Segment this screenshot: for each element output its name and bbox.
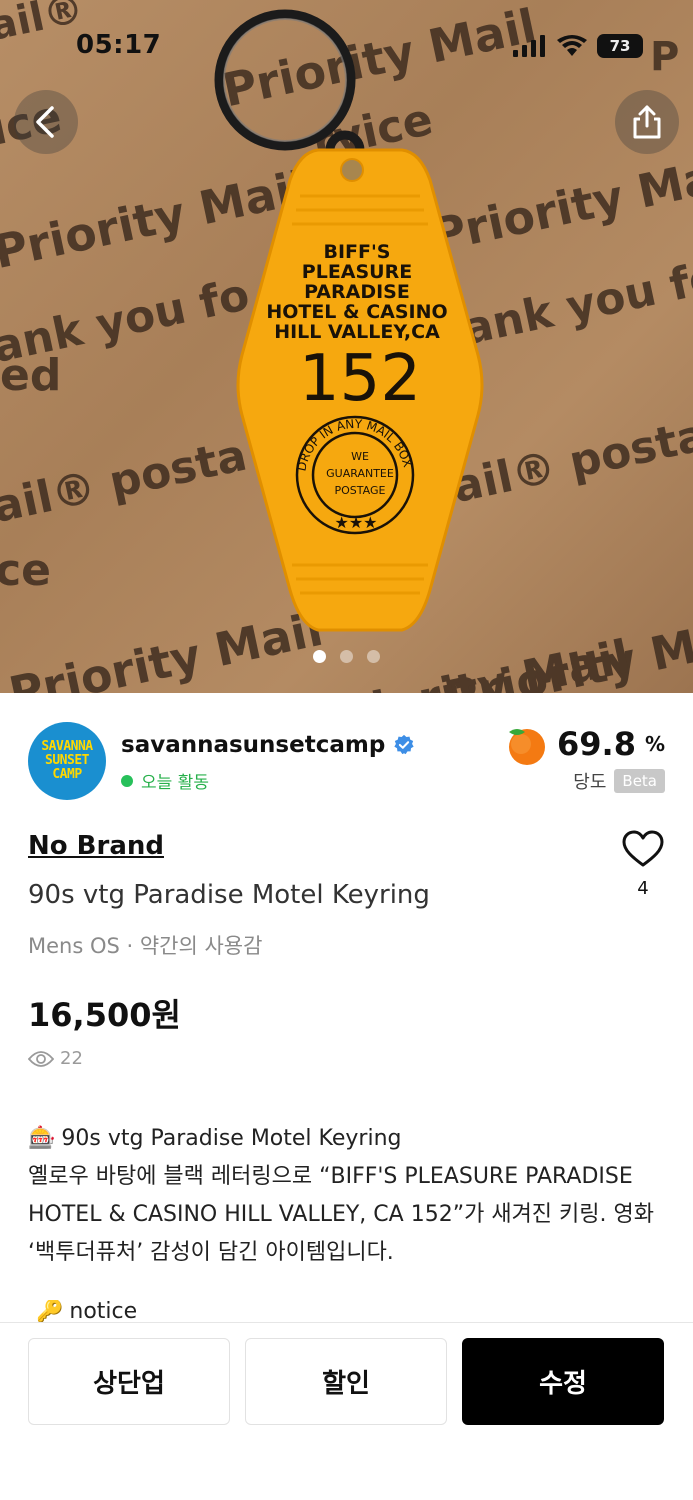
keytag-line2: PLEASURE [302, 261, 412, 283]
product-meta: Mens OS · 약간의 사용감 [28, 934, 263, 958]
keytag-line3: PARADISE [304, 281, 410, 303]
bg-word: ail® posta [0, 430, 251, 533]
keytag-line4: HOTEL & CASINO [266, 301, 447, 323]
verified-badge-icon [394, 734, 414, 755]
sweetness-rating[interactable]: 69.8% 당도 Beta [503, 722, 665, 794]
online-dot-icon [121, 774, 133, 787]
heart-icon [622, 830, 664, 867]
view-count-value: 22 [60, 1048, 83, 1069]
wifi-icon [557, 35, 587, 56]
back-button[interactable] [14, 90, 78, 154]
keytag-line5: HILL VALLEY,CA [274, 321, 440, 343]
like-count: 4 [637, 878, 649, 899]
brand-link[interactable]: No Brand [28, 831, 164, 861]
bg-word: ank you fo [458, 251, 693, 355]
beta-badge: Beta [614, 769, 665, 793]
product-image-carousel[interactable]: Priority Mail Priority Mail Priority Ma i… [0, 0, 693, 693]
keytag-line1: BIFF'S [323, 241, 390, 263]
product-title: 90s vtg Paradise Motel Keyring [28, 880, 430, 910]
carousel-dot[interactable] [340, 650, 353, 663]
carousel-indicator [0, 650, 693, 663]
seal-stars: ★★★ [334, 513, 377, 532]
seal-line1: WE [351, 450, 369, 463]
discount-button[interactable]: 할인 [245, 1338, 447, 1425]
bg-word: ed [0, 350, 61, 401]
description-heading: 90s vtg Paradise Motel Keyring [61, 1126, 402, 1151]
like-button[interactable]: 4 [621, 830, 665, 899]
sweetness-unit: % [644, 732, 665, 756]
battery-indicator: 73 [597, 34, 643, 58]
product-description: 🎰 90s vtg Paradise Motel Keyring 옐로우 바탕에… [28, 1120, 668, 1272]
cellular-signal-icon [513, 35, 545, 57]
view-count: 22 [28, 1048, 83, 1069]
carousel-dot[interactable] [313, 650, 326, 663]
activity-status: 오늘 활동 [121, 768, 209, 793]
seller-name[interactable]: savannasunsetcamp [121, 732, 385, 758]
slot-machine-icon: 🎰 [28, 1126, 56, 1151]
seller-row[interactable]: SAVANNA SUNSET CAMP savannasunsetcamp 오늘… [0, 718, 693, 808]
seal-line3: POSTAGE [335, 484, 386, 497]
description-body: 옐로우 바탕에 블랙 레터링으로 “BIFF'S PLEASURE PARADI… [28, 1164, 654, 1265]
edit-button[interactable]: 수정 [462, 1338, 664, 1425]
peach-icon [509, 729, 545, 765]
bg-word: Priority Ma [427, 150, 693, 262]
notice-label: notice [69, 1300, 138, 1322]
bg-word: ice [0, 545, 51, 596]
seller-avatar[interactable]: SAVANNA SUNSET CAMP [28, 722, 106, 800]
carousel-dot[interactable] [367, 650, 380, 663]
bg-word: Priority Mail [0, 160, 312, 279]
keytag-number: 152 [299, 342, 421, 416]
product-price: 16,500원 [28, 996, 181, 1034]
status-icons: 73 [513, 34, 643, 58]
notice-heading: 🔑 notice [36, 1300, 137, 1322]
share-button[interactable] [615, 90, 679, 154]
sweetness-value: 69.8 [557, 725, 636, 763]
key-icon: 🔑 [36, 1300, 64, 1322]
avatar-text: SUNSET [45, 753, 89, 768]
status-time: 05:17 [76, 30, 162, 60]
eye-icon [28, 1050, 54, 1067]
bump-button[interactable]: 상단업 [28, 1338, 230, 1425]
bg-word: Priority Mail [4, 602, 327, 693]
chevron-left-icon [36, 106, 54, 138]
seal-line2: GUARANTEE [326, 467, 394, 480]
activity-label: 오늘 활동 [141, 773, 209, 793]
share-icon [633, 105, 661, 139]
status-bar: 05:17 73 [0, 0, 693, 90]
product-photo: Priority Mail Priority Mail Priority Ma i… [0, 0, 693, 693]
avatar-text: CAMP [52, 767, 82, 782]
bottom-action-bar: 상단업 할인 수정 [0, 1322, 693, 1500]
bg-word: ail® postag [448, 403, 693, 513]
sweetness-label: 당도 [573, 772, 607, 793]
avatar-text: SAVANNA [41, 739, 93, 754]
